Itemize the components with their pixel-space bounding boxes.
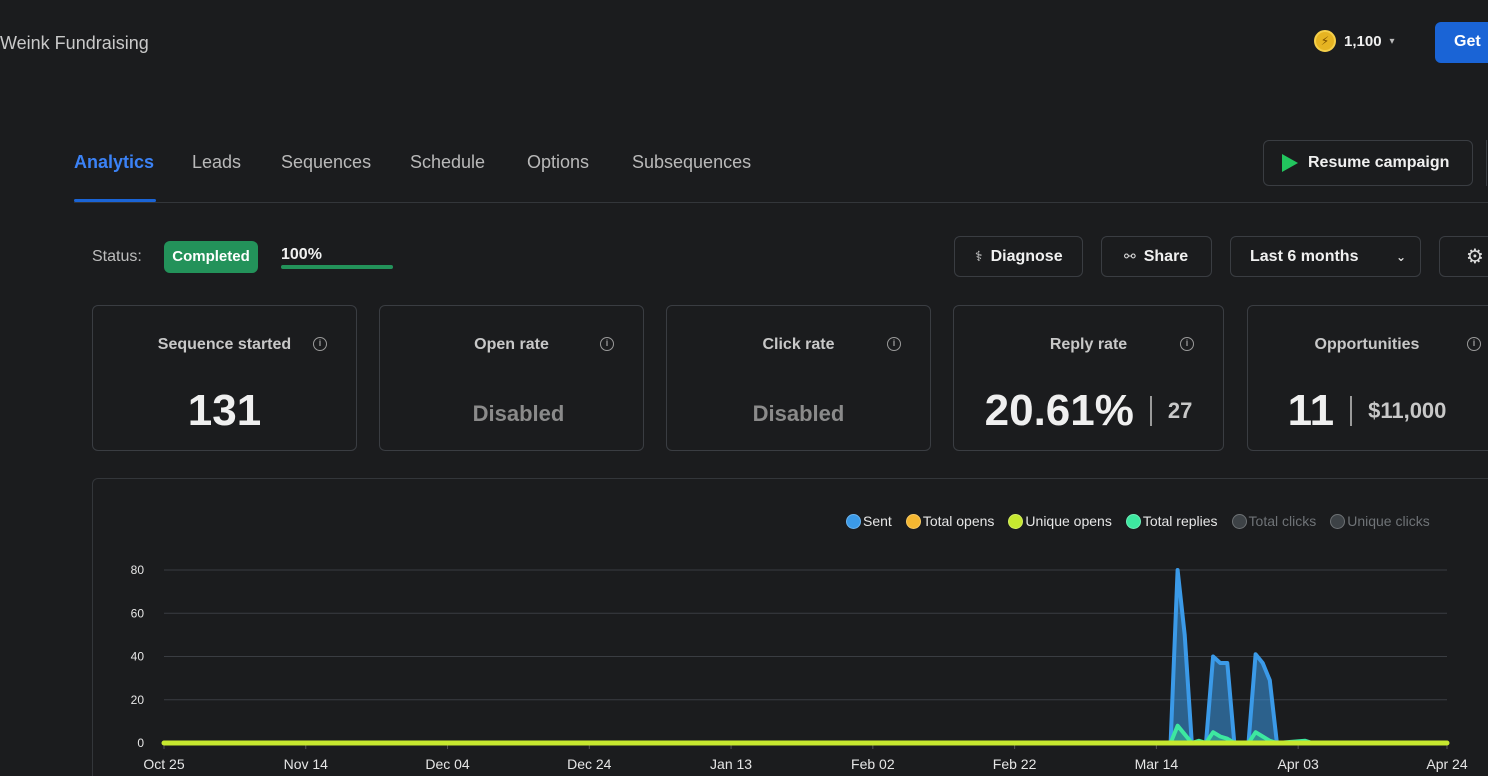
legend-item-unique-clicks[interactable]: Unique clicks <box>1330 513 1430 529</box>
resume-campaign-button[interactable]: Resume campaign <box>1263 140 1473 186</box>
legend-swatch <box>1330 513 1346 529</box>
y-tick-label: 80 <box>131 563 145 577</box>
info-icon[interactable]: i <box>600 337 614 351</box>
x-tick-label: Dec 04 <box>425 756 470 772</box>
x-tick-label: Jan 13 <box>710 756 752 772</box>
credits-dropdown[interactable]: ⚡ 1,100 ▾ <box>1314 30 1395 52</box>
legend-label: Unique opens <box>1025 513 1112 529</box>
play-icon <box>1282 154 1298 172</box>
x-tick-label: Feb 22 <box>993 756 1037 772</box>
diagnose-label: Diagnose <box>990 247 1063 265</box>
x-tick-label: Mar 14 <box>1135 756 1179 772</box>
share-icon: ⚯ <box>1124 248 1136 264</box>
legend-item-sent[interactable]: Sent <box>846 513 892 529</box>
card-value: Disabled <box>472 401 565 426</box>
legend-label: Total opens <box>922 513 995 529</box>
card-open-rate: Open rate i Disabled <box>379 305 644 451</box>
settings-button[interactable]: ⚙ <box>1439 236 1488 277</box>
legend-item-total-replies[interactable]: Total replies <box>1125 513 1218 529</box>
x-tick-label: Apr 03 <box>1278 756 1319 772</box>
y-tick-label: 60 <box>131 606 145 620</box>
card-value-group: 20.61% 27 <box>954 386 1223 436</box>
get-button[interactable]: Get <box>1435 22 1488 63</box>
gear-icon: ⚙ <box>1466 246 1484 268</box>
legend-swatch <box>846 513 861 529</box>
tab-options[interactable]: Options <box>527 152 589 173</box>
legend-label: Total clicks <box>1248 513 1317 529</box>
progress-bar-fill <box>281 265 393 269</box>
resume-campaign-label: Resume campaign <box>1308 154 1450 171</box>
legend-item-unique-opens[interactable]: Unique opens <box>1008 513 1112 529</box>
progress-percent: 100% <box>281 246 322 263</box>
chevron-down-icon: ⌄ <box>1395 249 1406 264</box>
card-secondary-value: 27 <box>1167 398 1193 423</box>
card-value: 20.61% <box>984 386 1134 435</box>
legend-label: Unique clicks <box>1347 513 1430 529</box>
status-badge: Completed <box>164 241 258 273</box>
divider <box>1350 396 1353 426</box>
card-value: 131 <box>187 386 262 435</box>
date-range-value: Last 6 months <box>1250 247 1359 265</box>
legend-swatch <box>905 513 921 529</box>
y-tick-label: 40 <box>131 650 145 664</box>
info-icon[interactable]: i <box>1180 337 1194 351</box>
workspace-breadcrumb[interactable]: Weink Fundraising <box>0 33 149 54</box>
tab-sequences[interactable]: Sequences <box>281 152 371 173</box>
info-icon[interactable]: i <box>313 337 327 351</box>
tab-analytics[interactable]: Analytics <box>74 152 154 173</box>
credits-value: 1,100 <box>1344 32 1382 50</box>
tab-leads[interactable]: Leads <box>192 152 241 173</box>
share-label: Share <box>1143 247 1189 265</box>
share-button[interactable]: ⚯ Share <box>1101 236 1212 277</box>
x-tick-label: Feb 02 <box>851 756 895 772</box>
card-title: Opportunities <box>1314 336 1420 353</box>
y-tick-label: 20 <box>131 693 145 707</box>
legend-item-total-clicks[interactable]: Total clicks <box>1231 513 1317 529</box>
card-click-rate: Click rate i Disabled <box>666 305 931 451</box>
tab-schedule[interactable]: Schedule <box>410 152 485 173</box>
legend-label: Total replies <box>1142 513 1218 529</box>
date-range-select[interactable]: Last 6 months ⌄ <box>1230 236 1421 277</box>
x-tick-label: Oct 25 <box>143 756 184 772</box>
x-tick-label: Apr 24 <box>1426 756 1467 772</box>
legend-swatch <box>1008 513 1024 529</box>
divider <box>1149 396 1152 426</box>
legend-label: Sent <box>863 513 892 529</box>
legend-swatch <box>1125 513 1141 529</box>
y-tick-label: 0 <box>137 736 144 750</box>
info-icon[interactable]: i <box>887 337 901 351</box>
card-value-group: 11 $11,000 <box>1248 386 1488 436</box>
active-tab-indicator <box>74 199 156 202</box>
card-secondary-value: $11,000 <box>1368 398 1447 423</box>
x-tick-label: Dec 24 <box>567 756 612 772</box>
coin-icon: ⚡ <box>1314 30 1336 52</box>
card-value: 11 <box>1287 386 1335 435</box>
card-sequence-started: Sequence started i 131 <box>92 305 357 451</box>
x-tick-label: Nov 14 <box>284 756 329 772</box>
info-icon[interactable]: i <box>1467 337 1481 351</box>
legend-swatch <box>1231 513 1247 529</box>
top-bar: Weink Fundraising ⚡ 1,100 ▾ Get <box>0 0 1488 84</box>
progress-bar <box>281 265 393 269</box>
card-opportunities: Opportunities i 11 $11,000 <box>1247 305 1488 451</box>
card-reply-rate: Reply rate i 20.61% 27 <box>953 305 1224 451</box>
diagnose-button[interactable]: ⚕ Diagnose <box>954 236 1083 277</box>
tab-subsequences[interactable]: Subsequences <box>632 152 751 173</box>
legend-item-total-opens[interactable]: Total opens <box>905 513 995 529</box>
line-chart: 0 20 40 60 80 Oct 25 Nov 14 Dec 04 Dec 24 Jan 13 F… <box>131 563 1468 772</box>
chart-legend: Sent Total opens Unique opens Total repl… <box>846 513 1430 529</box>
status-label: Status: <box>92 248 142 265</box>
card-value: Disabled <box>752 401 845 426</box>
stethoscope-icon: ⚕ <box>975 248 983 264</box>
chevron-down-icon: ▾ <box>1389 35 1395 47</box>
